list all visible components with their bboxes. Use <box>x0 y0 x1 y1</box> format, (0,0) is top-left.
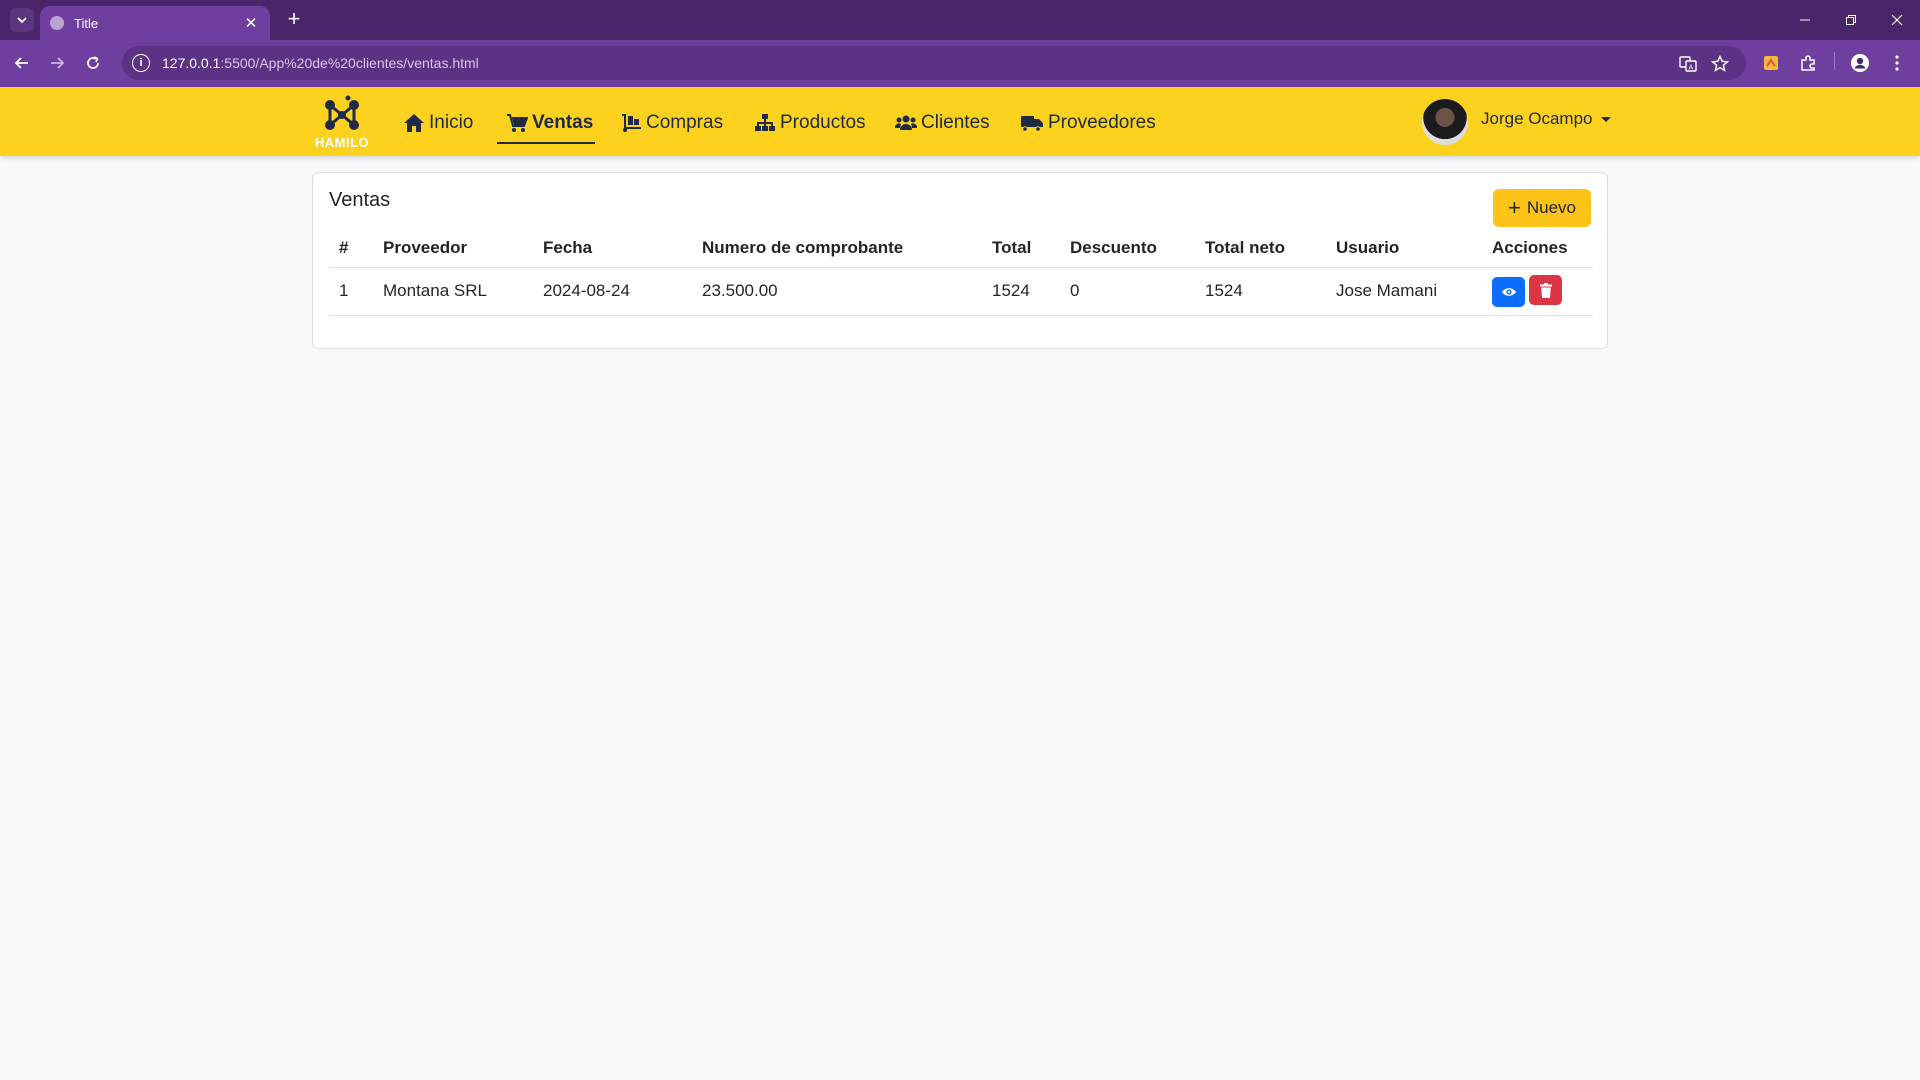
reload-button[interactable] <box>80 50 106 76</box>
restore-button[interactable] <box>1828 0 1874 40</box>
menu-kebab-icon[interactable] <box>1886 52 1908 74</box>
nav-label-productos: Productos <box>780 112 866 133</box>
logo-text: HAMILO <box>314 135 370 150</box>
tab-title: Title <box>74 15 99 31</box>
column-header: Numero de comprobante <box>692 229 982 268</box>
svg-text:A: A <box>1689 64 1694 72</box>
restore-icon <box>1846 15 1856 25</box>
url-path: :5500/App%20de%20clientes/ventas.html <box>220 55 479 71</box>
column-header: Total neto <box>1195 229 1326 268</box>
arrow-left-icon <box>14 57 28 69</box>
nav-label-proveedores: Proveedores <box>1048 112 1156 133</box>
cell-usuario: Jose Mamani <box>1326 267 1482 316</box>
nav-item-ventas[interactable]: Ventas <box>506 105 593 141</box>
column-header: # <box>329 229 373 268</box>
site-info-icon[interactable]: i <box>132 54 150 72</box>
ventas-card: Ventas + Nuevo # Proveedor Fecha Numero … <box>312 172 1608 349</box>
truck-icon <box>1021 116 1043 132</box>
cell-descuento: 0 <box>1060 267 1195 316</box>
translate-icon[interactable]: A <box>1678 54 1698 74</box>
active-nav-underline <box>497 142 595 144</box>
close-icon <box>1891 14 1903 26</box>
user-menu-toggle[interactable]: Jorge Ocampo <box>1481 109 1611 129</box>
nav-label-inicio: Inicio <box>429 112 474 133</box>
minimize-icon <box>1800 19 1810 21</box>
new-sale-label: Nuevo <box>1526 198 1576 217</box>
cell-fecha: 2024-08-24 <box>533 267 692 316</box>
address-bar[interactable]: i 127.0.0.1:5500/App%20de%20clientes/ven… <box>122 46 1746 80</box>
minimize-button[interactable] <box>1782 0 1828 40</box>
sales-table: # Proveedor Fecha Numero de comprobante … <box>329 229 1593 316</box>
table-header-row: # Proveedor Fecha Numero de comprobante … <box>329 229 1593 268</box>
arrow-right-icon <box>51 57 65 69</box>
eye-icon <box>1501 288 1516 296</box>
nav-item-proveedores[interactable]: Proveedores <box>1020 105 1156 141</box>
forward-button[interactable] <box>44 50 70 76</box>
browser-tabstrip: Title ✕ + <box>0 0 1920 40</box>
cell-total-neto: 1524 <box>1195 267 1326 316</box>
tab-search-button[interactable] <box>10 8 34 32</box>
cell-proveedor: Montana SRL <box>373 267 533 316</box>
user-name: Jorge Ocampo <box>1481 109 1593 128</box>
users-icon <box>895 115 917 130</box>
globe-icon <box>50 16 64 30</box>
reload-icon <box>87 56 99 69</box>
sitemap-icon <box>755 114 775 131</box>
home-icon <box>404 114 424 132</box>
app-navbar: HAMILO Inicio Ventas Compras Productos C… <box>0 87 1920 156</box>
close-window-button[interactable] <box>1874 0 1920 40</box>
avatar[interactable] <box>1422 99 1468 145</box>
view-button[interactable] <box>1492 276 1525 307</box>
nav-item-clientes[interactable]: Clientes <box>895 105 990 141</box>
cart-icon <box>507 114 528 132</box>
browser-toolbar: i 127.0.0.1:5500/App%20de%20clientes/ven… <box>0 40 1920 87</box>
toolbar-divider <box>1834 52 1835 70</box>
cell-acciones <box>1482 267 1593 316</box>
delete-button[interactable] <box>1529 275 1562 306</box>
trash-icon <box>1539 282 1552 298</box>
new-tab-button[interactable]: + <box>282 8 306 32</box>
new-sale-button[interactable]: + Nuevo <box>1493 189 1591 227</box>
table-row: 1 Montana SRL 2024-08-24 23.500.00 1524 … <box>329 267 1593 316</box>
column-header: Usuario <box>1326 229 1482 268</box>
nav-label-compras: Compras <box>646 112 724 133</box>
column-header: Fecha <box>533 229 692 268</box>
close-tab-icon[interactable]: ✕ <box>242 14 260 32</box>
dolly-icon <box>622 114 641 132</box>
brand-logo[interactable]: HAMILO <box>310 95 374 151</box>
url-host: 127.0.0.1 <box>162 55 221 71</box>
column-header: Acciones <box>1482 229 1593 268</box>
extension-icon[interactable] <box>1760 52 1782 74</box>
nav-item-compras[interactable]: Compras <box>620 105 723 141</box>
column-header: Total <box>982 229 1060 268</box>
page-title: Ventas <box>329 189 391 211</box>
browser-tab[interactable]: Title ✕ <box>40 6 270 40</box>
bookmark-star-icon[interactable] <box>1710 54 1730 74</box>
molecule-logo-icon <box>325 95 359 130</box>
column-header: Proveedor <box>373 229 533 268</box>
plus-icon: + <box>1508 195 1521 220</box>
back-button[interactable] <box>9 50 35 76</box>
cell-num: 1 <box>329 267 373 316</box>
caret-down-icon <box>1600 116 1611 122</box>
nav-label-clientes: Clientes <box>921 112 990 133</box>
chevron-down-icon <box>17 17 27 24</box>
column-header: Descuento <box>1060 229 1195 268</box>
cell-comprobante: 23.500.00 <box>692 267 982 316</box>
cell-total: 1524 <box>982 267 1060 316</box>
extensions-puzzle-icon[interactable] <box>1797 52 1819 74</box>
profile-icon[interactable] <box>1849 52 1871 74</box>
nav-item-productos[interactable]: Productos <box>754 105 866 141</box>
nav-label-ventas: Ventas <box>532 112 594 133</box>
nav-item-inicio[interactable]: Inicio <box>403 105 473 141</box>
